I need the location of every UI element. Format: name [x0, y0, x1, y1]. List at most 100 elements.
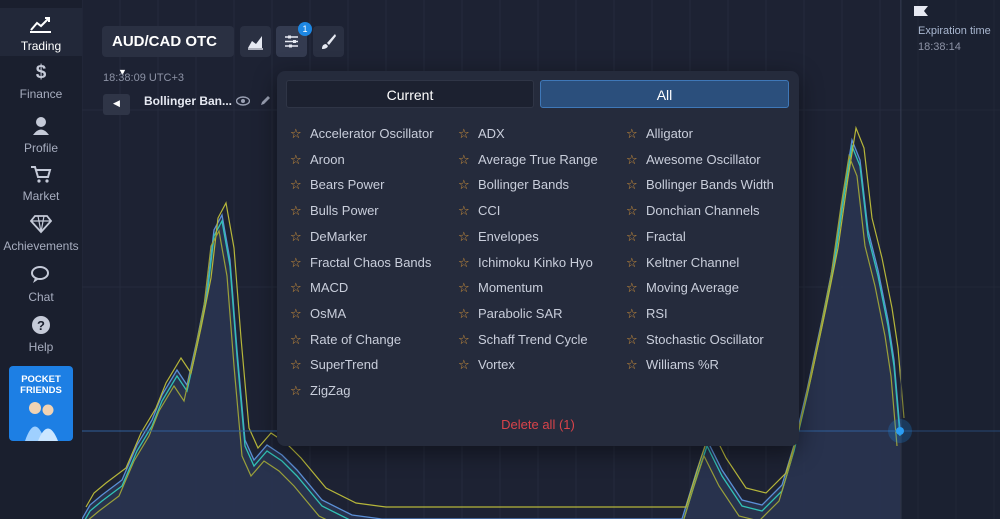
- indicator-item[interactable]: ☆ Fractal Chaos Bands: [290, 253, 431, 273]
- indicator-item[interactable]: ☆ Bulls Power: [290, 201, 379, 221]
- people-icon: [25, 402, 58, 441]
- eye-icon[interactable]: [236, 96, 250, 106]
- indicator-item[interactable]: ☆ Ichimoku Kinko Hyo: [458, 253, 593, 273]
- indicator-item[interactable]: ☆ Accelerator Oscillator: [290, 124, 434, 144]
- indicators-panel: Current All ☆ Accelerator Oscillator ☆ ADX ☆…: [277, 71, 799, 446]
- star-icon[interactable]: ☆: [290, 124, 302, 144]
- indicator-item[interactable]: ☆ ADX: [458, 124, 505, 144]
- drawing-tools-button[interactable]: [313, 26, 344, 57]
- indicator-item[interactable]: ☆ Keltner Channel: [626, 253, 739, 273]
- indicator-label: Fractal: [646, 228, 686, 244]
- star-icon[interactable]: ☆: [626, 175, 638, 195]
- star-icon[interactable]: ☆: [626, 227, 638, 247]
- expiration-label: Expiration time: [918, 25, 991, 37]
- indicator-item[interactable]: ☆ RSI: [626, 304, 668, 324]
- sidebar-item-trading[interactable]: Trading: [0, 8, 82, 56]
- indicator-item[interactable]: ☆ SuperTrend: [290, 355, 378, 375]
- star-icon[interactable]: ☆: [290, 201, 302, 221]
- indicator-item[interactable]: ☆ ZigZag: [290, 381, 350, 401]
- sidebar-item-achievements[interactable]: Achievements: [0, 208, 82, 256]
- indicator-label: Moving Average: [646, 280, 739, 296]
- star-icon[interactable]: ☆: [290, 355, 302, 375]
- indicator-item[interactable]: ☆ Envelopes: [458, 227, 539, 247]
- indicator-label: Bulls Power: [310, 203, 379, 219]
- indicator-item[interactable]: ☆ Bollinger Bands Width: [626, 175, 774, 195]
- star-icon[interactable]: ☆: [626, 330, 638, 350]
- star-icon[interactable]: ☆: [626, 201, 638, 221]
- star-icon[interactable]: ☆: [458, 253, 470, 273]
- indicator-item[interactable]: ☆ Moving Average: [626, 278, 739, 298]
- delete-all-button[interactable]: Delete all (1): [277, 417, 799, 432]
- indicator-item[interactable]: ☆ Vortex: [458, 355, 515, 375]
- sidebar: Trading $ Finance Profile Market Achieve…: [0, 0, 82, 519]
- promo-label: POCKET FRIENDS: [20, 374, 62, 396]
- star-icon[interactable]: ☆: [458, 304, 470, 324]
- diamond-icon: [0, 208, 82, 236]
- indicator-item[interactable]: ☆ Bollinger Bands: [458, 175, 569, 195]
- star-icon[interactable]: ☆: [626, 355, 638, 375]
- chat-icon: [0, 259, 82, 287]
- pencil-icon[interactable]: [259, 95, 271, 107]
- sidebar-item-chat[interactable]: Chat: [0, 259, 82, 307]
- expiration-time: 18:38:14: [918, 41, 961, 53]
- star-icon[interactable]: ☆: [290, 227, 302, 247]
- indicator-item[interactable]: ☆ Parabolic SAR: [458, 304, 563, 324]
- chart-type-button[interactable]: [240, 26, 271, 57]
- star-icon[interactable]: ☆: [290, 304, 302, 324]
- svg-text:?: ?: [37, 318, 45, 333]
- indicator-item[interactable]: ☆ Donchian Channels: [626, 201, 759, 221]
- indicator-item[interactable]: ☆ Rate of Change: [290, 330, 401, 350]
- sidebar-item-help[interactable]: ? Help: [0, 309, 82, 357]
- indicator-item[interactable]: ☆ MACD: [290, 278, 348, 298]
- star-icon[interactable]: ☆: [458, 124, 470, 144]
- star-icon[interactable]: ☆: [458, 278, 470, 298]
- tab-current[interactable]: Current: [286, 80, 534, 108]
- indicator-item[interactable]: ☆ Bears Power: [290, 175, 384, 195]
- star-icon[interactable]: ☆: [458, 330, 470, 350]
- star-icon[interactable]: ☆: [290, 175, 302, 195]
- indicator-item[interactable]: ☆ Awesome Oscillator: [626, 150, 761, 170]
- indicator-item[interactable]: ☆ OsMA: [290, 304, 346, 324]
- sidebar-item-finance[interactable]: $ Finance: [0, 59, 82, 107]
- indicator-item[interactable]: ☆ CCI: [458, 201, 500, 221]
- star-icon[interactable]: ☆: [290, 330, 302, 350]
- indicator-label: Williams %R: [646, 357, 719, 373]
- user-icon: [0, 110, 82, 138]
- star-icon[interactable]: ☆: [626, 253, 638, 273]
- star-icon[interactable]: ☆: [290, 381, 302, 401]
- indicator-item[interactable]: ☆ DeMarker: [290, 227, 367, 247]
- star-icon[interactable]: ☆: [458, 175, 470, 195]
- indicator-label: Aroon: [310, 151, 345, 167]
- asset-selector[interactable]: AUD/CAD OTC ▼: [102, 26, 234, 77]
- indicator-label: Bollinger Bands: [478, 177, 570, 193]
- indicators-count-badge: 1: [298, 22, 312, 36]
- star-icon[interactable]: ☆: [290, 278, 302, 298]
- indicator-item[interactable]: ☆ Stochastic Oscillator: [626, 330, 764, 350]
- star-icon[interactable]: ☆: [626, 278, 638, 298]
- indicator-label: Rate of Change: [310, 331, 402, 347]
- indicator-item[interactable]: ☆ Fractal: [626, 227, 686, 247]
- indicator-item[interactable]: ☆ Alligator: [626, 124, 693, 144]
- indicator-label: SuperTrend: [310, 357, 379, 373]
- indicator-label: ZigZag: [310, 383, 351, 398]
- star-icon[interactable]: ☆: [626, 124, 638, 144]
- collapse-indicators-button[interactable]: ◀: [103, 94, 130, 115]
- tab-all[interactable]: All: [540, 80, 789, 108]
- star-icon[interactable]: ☆: [290, 150, 302, 170]
- indicator-label: Bollinger Bands Width: [646, 177, 774, 193]
- sidebar-item-profile[interactable]: Profile: [0, 110, 82, 158]
- indicator-item[interactable]: ☆ Momentum: [458, 278, 543, 298]
- indicator-item[interactable]: ☆ Aroon: [290, 150, 345, 170]
- sidebar-item-market[interactable]: Market: [0, 158, 82, 206]
- indicator-item[interactable]: ☆ Average True Range: [458, 150, 598, 170]
- star-icon[interactable]: ☆: [458, 355, 470, 375]
- indicator-item[interactable]: ☆ Schaff Trend Cycle: [458, 330, 588, 350]
- star-icon[interactable]: ☆: [626, 150, 638, 170]
- indicator-item[interactable]: ☆ Williams %R: [626, 355, 719, 375]
- star-icon[interactable]: ☆: [458, 201, 470, 221]
- star-icon[interactable]: ☆: [626, 304, 638, 324]
- star-icon[interactable]: ☆: [458, 227, 470, 247]
- pocket-friends-banner[interactable]: POCKET FRIENDS: [9, 366, 73, 441]
- star-icon[interactable]: ☆: [290, 253, 302, 273]
- star-icon[interactable]: ☆: [458, 150, 470, 170]
